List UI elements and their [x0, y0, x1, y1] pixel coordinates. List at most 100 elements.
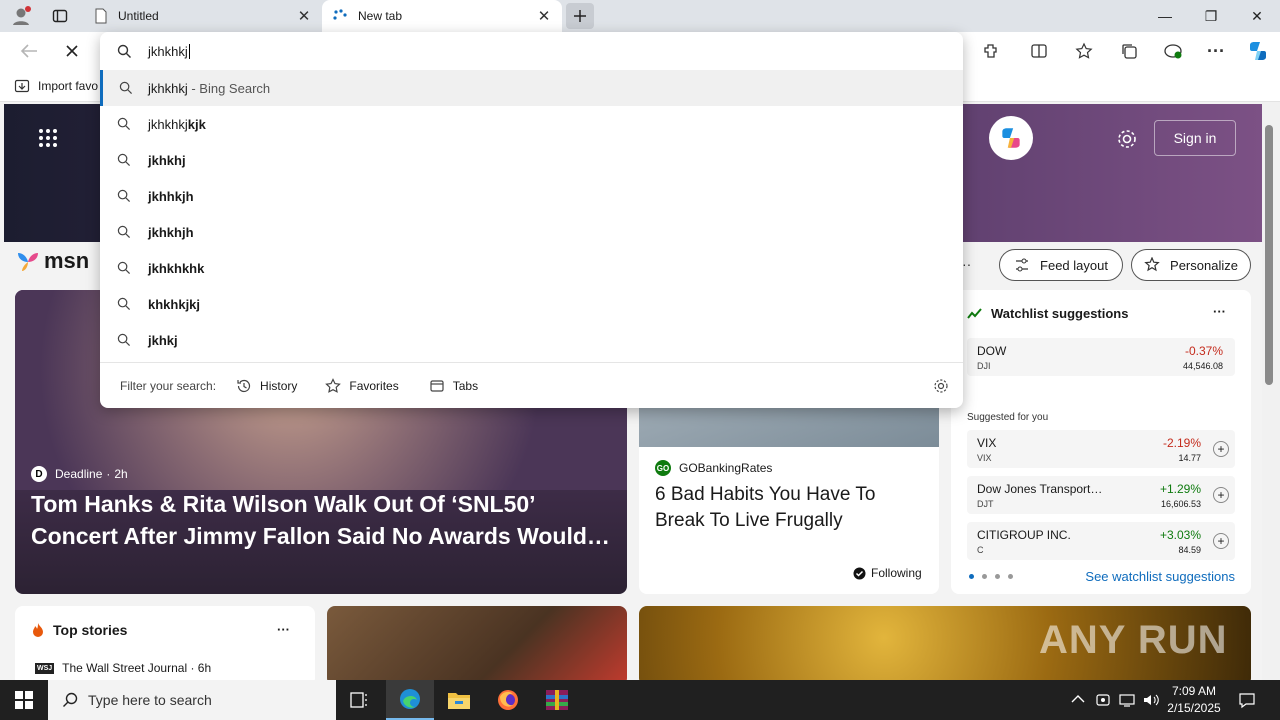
top-story-source[interactable]: WSJ The Wall Street Journal · 6h	[35, 661, 211, 675]
filter-history-button[interactable]: History	[236, 378, 297, 394]
page-icon	[95, 8, 107, 24]
back-button[interactable]	[14, 36, 44, 66]
plus-icon	[574, 10, 586, 22]
import-favorites-link[interactable]: Import favo	[14, 78, 98, 94]
feed-layout-button[interactable]: Feed layout	[999, 249, 1123, 281]
watchlist-row[interactable]: VIX VIX -2.19% 14.77 +	[967, 430, 1235, 468]
close-window-button[interactable]: ✕	[1234, 0, 1280, 32]
add-stock-icon[interactable]: +	[1213, 487, 1229, 503]
gobankingrates-logo-icon: GO	[655, 460, 671, 476]
suggestion-item[interactable]: jkhkj	[100, 322, 963, 358]
sign-in-button[interactable]: Sign in	[1154, 120, 1236, 156]
tray-chevron-icon[interactable]	[1071, 694, 1085, 704]
watchlist-row[interactable]: Dow Jones Transport… DJT +1.29% 16,606.5…	[967, 476, 1235, 514]
stock-price: 16,606.53	[1160, 499, 1201, 509]
search-settings-icon[interactable]	[933, 378, 949, 394]
copilot-button[interactable]	[989, 116, 1033, 160]
volume-icon[interactable]	[1142, 692, 1160, 708]
search-icon	[63, 692, 78, 707]
winrar-icon[interactable]	[544, 688, 570, 712]
star-icon	[325, 377, 342, 393]
collections-icon[interactable]	[1114, 36, 1144, 66]
add-stock-icon[interactable]: +	[1213, 441, 1229, 457]
stock-symbol: DJI	[977, 361, 991, 371]
apps-launcher-icon[interactable]	[38, 128, 58, 148]
filter-favorites-button[interactable]: Favorites	[325, 377, 399, 394]
filter-label: Filter your search:	[120, 378, 217, 393]
profile-icon[interactable]	[10, 5, 32, 27]
story-headline[interactable]: Tom Hanks & Rita Wilson Walk Out Of ‘SNL…	[31, 488, 611, 552]
split-screen-icon[interactable]	[1024, 36, 1054, 66]
suggestion-item[interactable]: jkhkhj	[100, 142, 963, 178]
filter-tabs-button[interactable]: Tabs	[429, 378, 478, 394]
watchlist-more-icon[interactable]: ···	[1213, 304, 1226, 319]
clock[interactable]: 7:09 AM 2/15/2025	[1164, 683, 1224, 717]
close-icon	[66, 45, 78, 57]
start-button[interactable]	[0, 680, 48, 720]
tabs-icon	[430, 379, 444, 392]
add-stock-icon[interactable]: +	[1213, 533, 1229, 549]
extensions-icon[interactable]	[976, 36, 1006, 66]
restore-button[interactable]: ❐	[1188, 0, 1234, 32]
suggestion-item[interactable]: jkhkhkhk	[100, 250, 963, 286]
import-icon	[14, 79, 30, 93]
edge-taskbar-icon[interactable]	[386, 680, 434, 720]
more-options-icon[interactable]: ···	[1201, 36, 1231, 66]
watchlist-row[interactable]: CITIGROUP INC. C +3.03% 84.59 +	[967, 522, 1235, 560]
network-icon[interactable]	[1118, 692, 1136, 708]
suggestion-item[interactable]: jkhhkjh	[100, 178, 963, 214]
source-name: GOBankingRates	[679, 461, 773, 475]
stock-symbol: C	[977, 545, 984, 555]
clock-date: 2/15/2025	[1167, 701, 1221, 715]
see-watchlist-link[interactable]: See watchlist suggestions	[1085, 569, 1235, 584]
stock-symbol: DJT	[977, 499, 994, 509]
address-input[interactable]: jkhkhkj	[148, 43, 190, 59]
watchlist-title: Watchlist suggestions	[991, 306, 1129, 321]
tab-untitled[interactable]: Untitled ✕	[84, 0, 322, 32]
search-icon	[100, 44, 148, 59]
suggestion-bold: jkhkhjh	[148, 224, 194, 240]
suggestion-text: jkhkhkj	[148, 116, 188, 132]
new-tab-button[interactable]	[566, 3, 594, 29]
suggestion-item[interactable]: khkhkjkj	[100, 286, 963, 322]
scrollbar-thumb[interactable]	[1265, 125, 1273, 385]
carousel-dots[interactable]	[969, 574, 1013, 579]
watchlist-main-row[interactable]: DOW DJI -0.37% 44,546.08	[967, 338, 1235, 376]
gold-story-card[interactable]: ANY RUN	[639, 606, 1251, 680]
personalize-button[interactable]: Personalize	[1131, 249, 1251, 281]
suggestion-item[interactable]: jkhkhjh	[100, 214, 963, 250]
search-icon	[100, 261, 148, 275]
suggestion-item[interactable]: jkhkhkj kjk	[100, 106, 963, 142]
stock-change: +1.29%	[1159, 482, 1201, 496]
trend-icon	[967, 307, 982, 319]
close-tab-icon[interactable]: ✕	[536, 7, 552, 25]
story-headline[interactable]: 6 Bad Habits You Have To Break To Live F…	[655, 482, 925, 534]
fire-icon	[33, 623, 43, 637]
filter-row: Filter your search: History Favorites Ta…	[100, 362, 963, 408]
minimize-button[interactable]: —	[1142, 0, 1188, 32]
suggestion-bold: jkhkhj	[148, 152, 186, 168]
settings-icon[interactable]	[1116, 128, 1138, 150]
task-view-icon[interactable]	[348, 690, 370, 710]
close-tab-icon[interactable]: ✕	[296, 7, 312, 25]
notifications-icon[interactable]	[1238, 691, 1256, 709]
tab-actions-icon[interactable]	[52, 8, 68, 24]
tab-new-tab[interactable]: New tab ✕	[322, 0, 562, 32]
file-explorer-icon[interactable]	[446, 688, 472, 712]
following-badge[interactable]: Following	[853, 566, 922, 580]
stop-button[interactable]	[57, 36, 87, 66]
address-bar[interactable]: jkhkhkj	[100, 32, 963, 70]
taskbar-search[interactable]: Type here to search	[48, 680, 336, 720]
source-name: Deadline	[55, 467, 103, 481]
firefox-icon[interactable]	[496, 688, 520, 712]
more-icon[interactable]: ··	[962, 256, 971, 272]
filter-tabs-label: Tabs	[452, 378, 479, 393]
attic-story-card[interactable]	[327, 606, 627, 680]
suggestion-item[interactable]: jkhkhkj - Bing Search	[100, 70, 963, 106]
favorites-icon[interactable]	[1069, 36, 1099, 66]
copilot-icon[interactable]	[1243, 36, 1273, 66]
msn-logo[interactable]: msn	[16, 248, 89, 274]
browser-essentials-icon[interactable]	[1158, 36, 1188, 66]
meet-now-icon[interactable]	[1095, 692, 1111, 708]
top-stories-more-icon[interactable]: ···	[277, 622, 290, 637]
